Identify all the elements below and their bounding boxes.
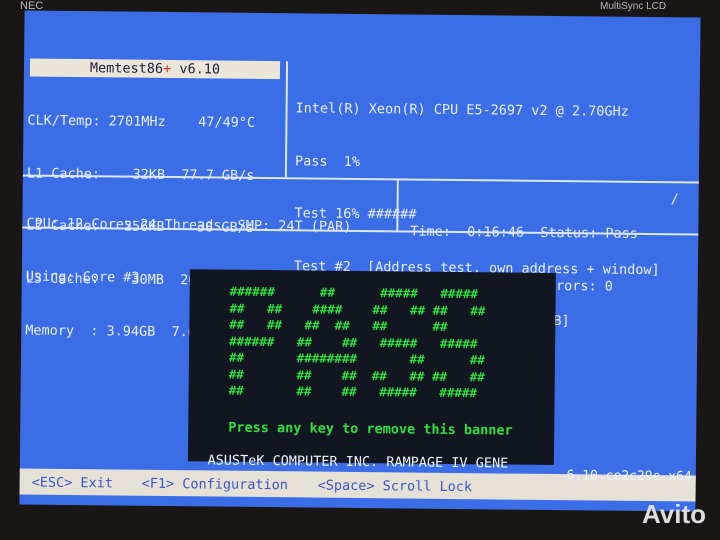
cpu-model: Intel(R) Xeon(R) CPU E5-2697 v2 @ 2.70GH… [295,100,629,120]
app-title: Memtest86+ v6.10 [29,58,281,80]
f1-configuration-key[interactable]: <F1> Configuration [142,476,288,494]
divider-vertical [284,61,289,178]
pass-ascii-art: ###### ## ##### ##### ## ## #### ## ## #… [228,283,486,401]
pass-progress: Pass 1% [294,152,361,170]
pass-banner[interactable]: ###### ## ##### ##### ## ## #### ## ## #… [187,269,556,466]
build-version: 6.10.ce2c29e.x64 [566,468,692,485]
space-scroll-lock-key[interactable]: <Space> Scroll Lock [318,478,473,496]
memtest-screen: Memtest86+ v6.10 CLK/Temp: 2701MHz 47/49… [19,10,701,512]
clk-temp: CLK/Temp: 2701MHz 47/49°C [27,112,256,131]
monitor-model: MultiSync LCD [600,1,667,12]
cpu-cores: CPU: 12 Cores 24 Threads SMP: 24T (PAR) [26,215,352,235]
spinner: / [670,191,679,208]
esc-exit-key[interactable]: <ESC> Exit [32,475,113,492]
title-text: Memtest86 [89,60,164,77]
avito-watermark: Avito [641,499,706,529]
title-version: v6.10 [171,61,221,78]
monitor-brand: NEC [20,0,44,12]
banner-prompt: Press any key to remove this banner [228,419,513,439]
